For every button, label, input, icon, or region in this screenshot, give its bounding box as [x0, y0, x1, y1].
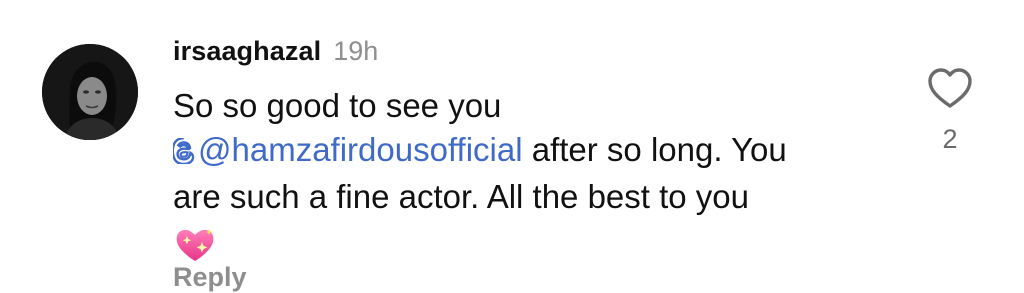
- mention-link[interactable]: @hamzafirdousofficial: [171, 131, 523, 168]
- comment-line-2: @hamzafirdousofficial after so long. You: [171, 128, 893, 175]
- like-button[interactable]: [926, 66, 974, 110]
- avatar[interactable]: [42, 44, 138, 140]
- comment-line-1: So so good to see you: [173, 87, 502, 124]
- like-count: 2: [942, 124, 958, 154]
- heart-outline-icon: [928, 68, 972, 108]
- avatar-photo-icon: [42, 44, 138, 140]
- reply-button[interactable]: Reply: [173, 262, 247, 293]
- comment-line-3: are such a fine actor. All the best to y…: [173, 178, 750, 215]
- mention-text: @hamzafirdousofficial: [198, 131, 523, 168]
- comment-header: irsaaghazal 19h: [173, 36, 378, 72]
- timestamp: 19h: [333, 36, 379, 66]
- comment-line-2-text: after so long. You: [522, 131, 787, 168]
- comment-item: irsaaghazal 19h So so good to see you @h…: [0, 0, 1024, 292]
- comment-text: So so good to see you @hamzafirdousoffic…: [171, 84, 893, 276]
- threads-icon: [171, 131, 197, 175]
- username[interactable]: irsaaghazal: [173, 36, 321, 67]
